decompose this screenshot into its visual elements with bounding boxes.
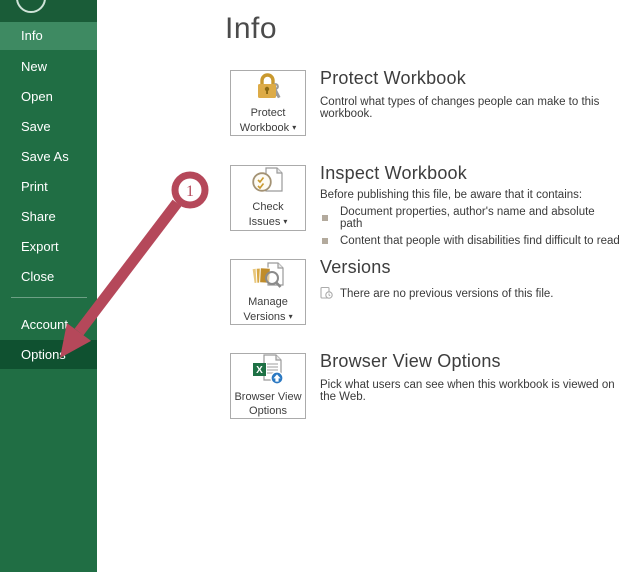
button-label: Manage <box>248 295 288 308</box>
sidebar-item-save-as[interactable]: Save As <box>0 142 97 172</box>
button-label: Issues ▾ <box>248 216 288 228</box>
section-description: Pick what users can see when this workbo… <box>320 379 615 403</box>
section-heading: Inspect Workbook <box>320 163 467 183</box>
sidebar-item-save[interactable]: Save <box>0 112 97 142</box>
section-heading: Protect Workbook <box>320 68 466 88</box>
excel-backstage-info: Info New Open Save Save As Print Share E… <box>0 0 620 572</box>
sidebar-item-label: Open <box>21 89 53 104</box>
versions-section: Versions There are no previous versions … <box>320 257 554 302</box>
sidebar-top-band <box>0 0 97 22</box>
protect-workbook-section: Protect Workbook Control what types of c… <box>320 68 620 120</box>
bullet-square-icon <box>322 215 328 221</box>
svg-text:X: X <box>256 365 263 376</box>
manage-versions-button[interactable]: Manage Versions ▾ <box>230 259 306 325</box>
sidebar-item-account[interactable]: Account <box>0 310 97 340</box>
versions-status-text: There are no previous versions of this f… <box>340 288 554 300</box>
protect-workbook-button[interactable]: Protect Workbook ▾ <box>230 70 306 136</box>
chevron-down-icon: ▾ <box>292 122 297 132</box>
sidebar-item-share[interactable]: Share <box>0 202 97 232</box>
browser-view-icon: X <box>250 354 286 390</box>
section-description: Before publishing this file, be aware th… <box>320 189 583 201</box>
sidebar-item-label: Close <box>21 269 55 284</box>
sidebar-item-print[interactable]: Print <box>0 172 97 202</box>
back-icon[interactable] <box>16 0 46 13</box>
button-label: Options <box>249 405 287 417</box>
button-label: Browser View <box>234 391 302 403</box>
bullet-text: Content that people with disabilities fi… <box>340 235 620 247</box>
sidebar-item-label: Export <box>21 239 59 254</box>
bullet-item: Document properties, author's name and a… <box>320 206 620 230</box>
sidebar-item-label: Save As <box>21 149 69 164</box>
sidebar-item-label: Print <box>21 179 48 194</box>
sidebar-divider <box>11 297 87 298</box>
versions-status-row: There are no previous versions of this f… <box>320 286 554 302</box>
sidebar-item-export[interactable]: Export <box>0 232 97 262</box>
browser-view-options-section: Browser View Options Pick what users can… <box>320 351 620 403</box>
info-pane: Info Protect Workbook ▾ Protect Workbook… <box>97 0 620 572</box>
inspect-workbook-section: Inspect Workbook Before publishing this … <box>320 163 620 247</box>
button-label: Check <box>252 201 284 213</box>
sidebar-item-new[interactable]: New <box>0 52 97 82</box>
section-heading: Versions <box>320 257 391 277</box>
version-file-icon <box>320 286 333 302</box>
lock-icon <box>251 72 285 106</box>
backstage-sidebar: Info New Open Save Save As Print Share E… <box>0 0 97 572</box>
chevron-down-icon: ▾ <box>288 311 293 321</box>
button-label: Workbook ▾ <box>239 121 297 134</box>
bullet-item: Content that people with disabilities fi… <box>320 235 620 247</box>
section-heading: Browser View Options <box>320 351 501 371</box>
chevron-down-icon: ▾ <box>283 217 288 226</box>
sidebar-item-options[interactable]: Options <box>0 340 97 369</box>
versions-icon <box>250 261 286 295</box>
sidebar-item-close[interactable]: Close <box>0 262 97 292</box>
browser-view-options-button[interactable]: X Browser View Options <box>230 353 306 419</box>
page-title: Info <box>225 12 278 45</box>
button-label: Protect <box>250 106 286 119</box>
sidebar-item-open[interactable]: Open <box>0 82 97 112</box>
sidebar-item-label: Share <box>21 209 56 224</box>
sidebar-item-label: Info <box>21 28 43 43</box>
sidebar-item-label: Account <box>21 317 68 332</box>
bullet-text: Document properties, author's name and a… <box>340 206 595 230</box>
sidebar-item-info[interactable]: Info <box>0 22 97 50</box>
sidebar-item-label: New <box>21 59 48 74</box>
bullet-square-icon <box>322 238 328 244</box>
section-description: Control what types of changes people can… <box>320 96 600 120</box>
button-label: Versions ▾ <box>243 310 293 323</box>
check-issues-button[interactable]: Check Issues ▾ <box>230 165 306 231</box>
sidebar-item-label: Options <box>21 347 66 362</box>
inspect-icon <box>251 167 285 200</box>
sidebar-item-label: Save <box>21 119 51 134</box>
